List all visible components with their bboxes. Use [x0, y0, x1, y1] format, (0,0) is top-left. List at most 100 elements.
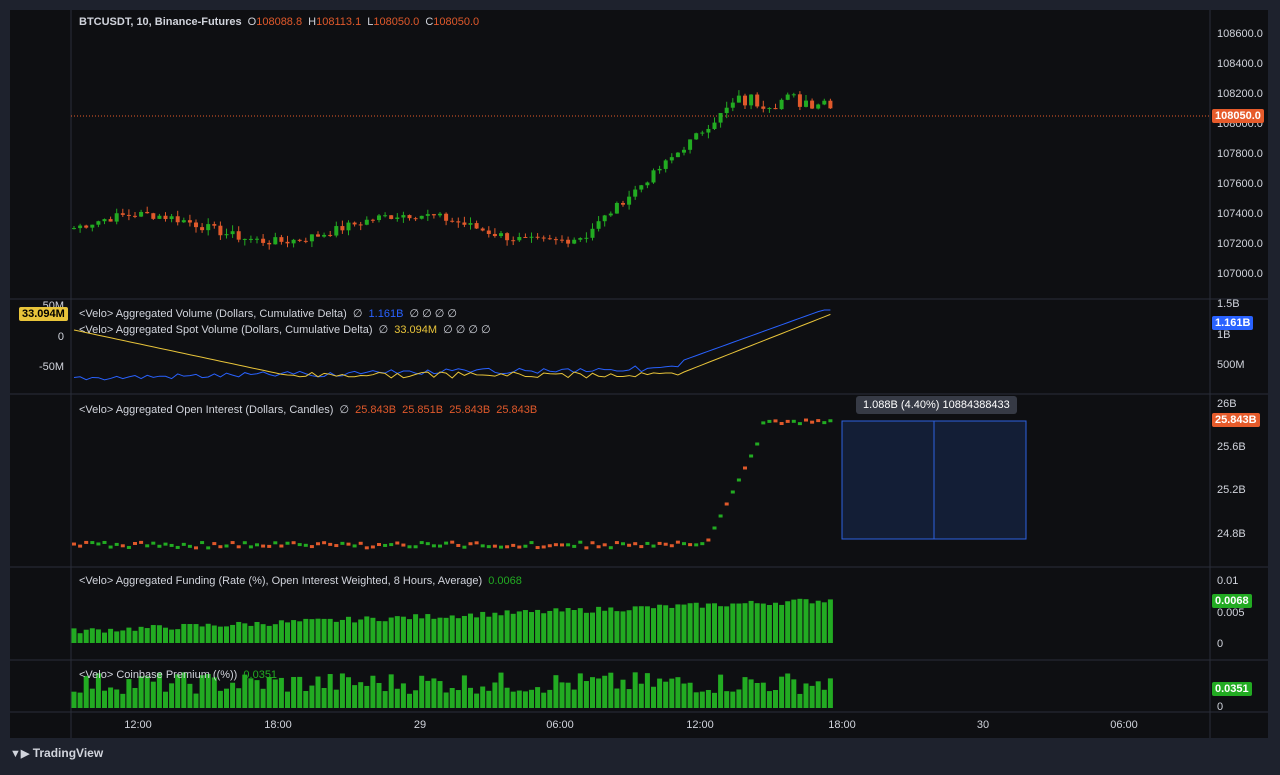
price-scale-label: 107000.0: [1217, 268, 1263, 280]
oi-candle: [194, 546, 198, 550]
oi-candle: [206, 546, 211, 550]
measure-tooltip: 1.088B (4.40%) 10884388433: [856, 396, 1017, 414]
low-value: 108050.0: [373, 16, 420, 28]
price-candle: [468, 223, 473, 225]
price-candle: [566, 239, 571, 244]
premium-badge: 0.0351: [1212, 682, 1252, 696]
premium-badge-text: 0.0351: [1215, 683, 1249, 695]
price-candle: [334, 226, 339, 236]
premium-bar: [644, 673, 650, 708]
price-candle: [767, 108, 772, 110]
oi-candle: [736, 478, 741, 482]
price-candle: [255, 238, 259, 240]
oi-candle: [395, 541, 400, 545]
premium-bar: [352, 685, 358, 708]
funding-bar: [193, 624, 199, 643]
oi-candle: [547, 544, 552, 548]
oi-candle: [175, 545, 180, 549]
oi-candle: [474, 541, 479, 545]
premium-bar: [285, 691, 290, 708]
chart-canvas[interactable]: 108600.0108400.0108200.0108000.0107800.0…: [0, 0, 1280, 770]
price-candle: [779, 99, 784, 110]
oi-candle: [285, 541, 290, 545]
premium-bar: [333, 689, 339, 708]
oi-candle: [364, 546, 369, 550]
oi-value-3: 25.843B: [449, 404, 491, 416]
funding-bar: [407, 619, 412, 643]
chart-area[interactable]: 108600.0 108400.0 108200.0 108000.0 107800.0…: [0, 0, 1280, 770]
tradingview-logo[interactable]: ▼▶ TradingView: [10, 746, 103, 760]
premium-bar: [583, 681, 589, 708]
price-candle: [639, 185, 644, 190]
oi-candle: [255, 543, 259, 547]
premium-bar: [461, 675, 467, 708]
funding-bar: [773, 602, 778, 643]
oi-candle: [297, 543, 302, 547]
price-candle: [133, 215, 137, 217]
price-candle: [108, 219, 113, 222]
funding-legend[interactable]: <Velo> Aggregated Funding (Rate (%), Ope…: [79, 575, 525, 587]
oi-candle: [126, 545, 131, 549]
premium-bar: [358, 682, 364, 708]
price-candle: [608, 213, 613, 216]
funding-bar: [376, 621, 382, 643]
symbol-title[interactable]: BTCUSDT, 10, Binance-Futures: [79, 16, 242, 28]
oi-candle: [560, 543, 564, 547]
price-candle: [712, 122, 717, 129]
premium-bar: [712, 692, 717, 708]
oi-legend[interactable]: <Velo> Aggregated Open Interest (Dollars…: [79, 403, 540, 416]
volume-legend-2[interactable]: <Velo> Aggregated Spot Volume (Dollars, …: [79, 323, 494, 336]
price-candle: [316, 234, 320, 237]
funding-bar: [126, 627, 132, 643]
oi-candle: [377, 543, 381, 547]
oi-scale-label: 25.2B: [1217, 484, 1246, 496]
volume-right-scale-label: 1B: [1217, 329, 1230, 341]
oi-candle: [730, 490, 735, 494]
price-candle: [303, 240, 308, 242]
premium-bar: [291, 676, 297, 708]
oi-candle: [816, 419, 821, 423]
price-candle: [194, 222, 198, 228]
funding-bar: [382, 621, 388, 643]
funding-bar: [217, 626, 223, 643]
price-candle: [694, 133, 699, 140]
funding-scale-label: 0: [1217, 638, 1223, 650]
funding-bar: [339, 619, 345, 643]
price-candle: [517, 236, 522, 241]
funding-bar: [608, 607, 614, 643]
oi-candle: [566, 543, 571, 547]
funding-bar: [303, 618, 309, 643]
oi-value-1: 25.843B: [355, 404, 397, 416]
price-candle: [578, 238, 583, 240]
price-candle: [553, 239, 558, 241]
funding-bar: [590, 612, 595, 643]
funding-bar: [156, 625, 162, 643]
funding-bar: [77, 633, 83, 643]
premium-bar: [120, 693, 126, 708]
price-candle: [297, 239, 302, 241]
funding-bar: [693, 602, 699, 643]
premium-bar: [632, 672, 638, 708]
oi-candle: [572, 544, 577, 548]
funding-bar: [285, 622, 290, 643]
funding-bar: [565, 608, 571, 643]
funding-bar: [614, 611, 620, 643]
funding-bar: [468, 613, 473, 643]
premium-bar: [724, 691, 730, 708]
premium-bar: [169, 683, 175, 708]
oi-candle: [230, 541, 235, 545]
price-candle: [718, 113, 723, 123]
volume-legend-1[interactable]: <Velo> Aggregated Volume (Dollars, Cumul…: [79, 307, 460, 320]
premium-bar: [736, 689, 742, 708]
funding-bar: [779, 604, 785, 643]
oi-candle: [358, 541, 363, 545]
premium-legend[interactable]: <Velo> Coinbase Premium ((%)) 0.0351: [79, 669, 280, 681]
funding-bar: [498, 615, 504, 643]
high-label: H: [308, 16, 317, 28]
premium-bar: [407, 693, 412, 708]
price-candle: [438, 213, 442, 216]
price-candle: [657, 168, 662, 171]
oi-candle: [370, 545, 375, 549]
premium-bar: [449, 688, 455, 708]
premium-bar: [455, 690, 461, 708]
